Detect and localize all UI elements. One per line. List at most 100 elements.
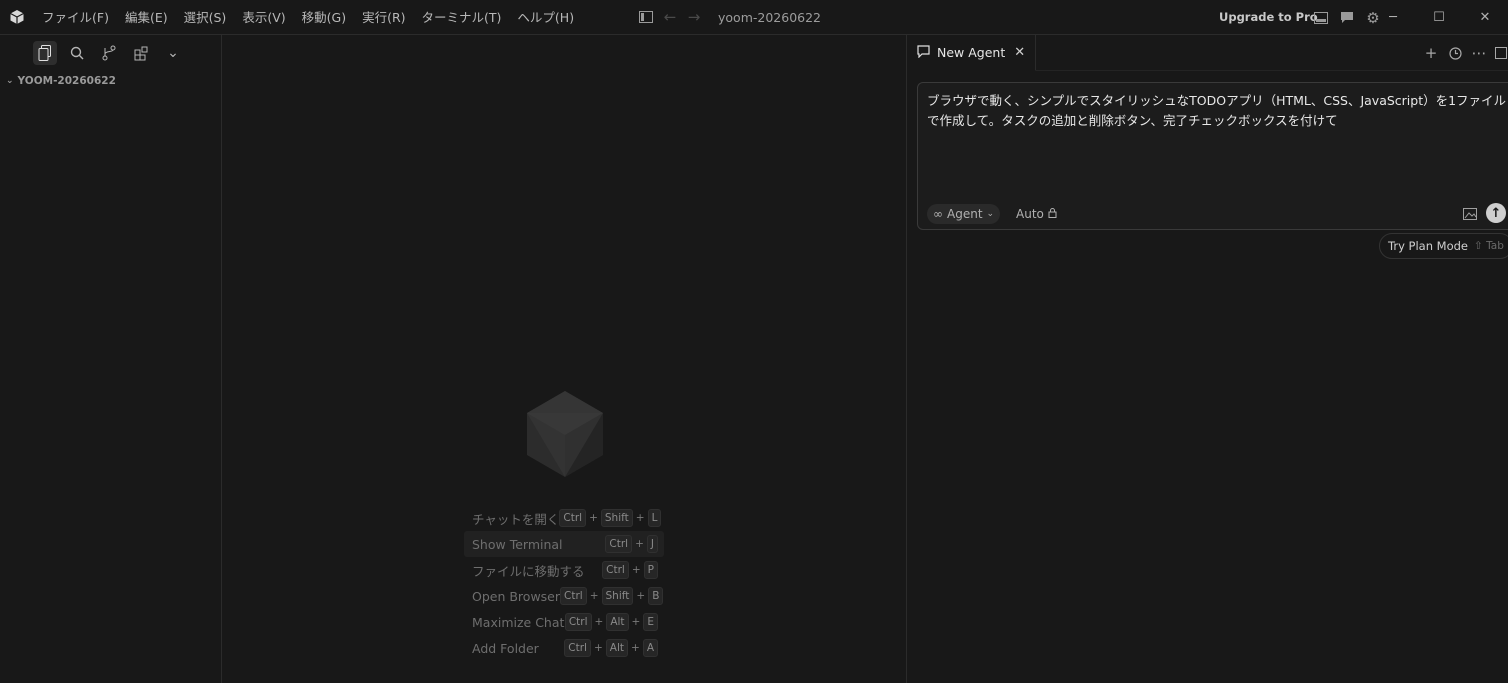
plus-separator: +	[631, 642, 640, 654]
cursor-logo-icon	[525, 389, 605, 483]
shortcut-keys: Ctrl + Alt + A	[564, 639, 658, 657]
folder-row[interactable]: ⌄ YOOM-20260622	[0, 71, 221, 91]
menu-item[interactable]: ターミナル(T)	[414, 0, 510, 35]
keycap: Shift	[601, 587, 634, 605]
maximize-button[interactable]: ☐	[1416, 0, 1462, 35]
keycap: E	[643, 613, 658, 631]
plus-separator: +	[593, 642, 603, 654]
keycap: Ctrl	[560, 587, 587, 605]
layout-panel-icon[interactable]	[1494, 41, 1508, 65]
shortcut-keys: Ctrl + Alt + E	[564, 613, 658, 631]
shortcut-row[interactable]: Maximize Chat Ctrl + Alt + E	[464, 609, 664, 635]
forward-arrow-icon[interactable]: →	[682, 5, 706, 29]
window-title: yoom-20260622	[718, 10, 822, 25]
send-button[interactable]: ↑	[1486, 203, 1506, 223]
shortcut-row[interactable]: Show Terminal Ctrl + J	[464, 531, 664, 557]
shortcut-label: チャットを開く	[472, 511, 560, 527]
menu-item[interactable]: 編集(E)	[117, 0, 176, 35]
model-label: Auto	[1016, 207, 1044, 221]
plus-separator: +	[631, 616, 641, 628]
keycap: J	[646, 535, 658, 553]
shortcut-row[interactable]: Add Folder Ctrl + Alt + A	[464, 635, 664, 661]
close-window-button[interactable]: ✕	[1462, 0, 1508, 35]
prompt-input[interactable]: ブラウザで動く、シンプルでスタイリッシュなTODOアプリ（HTML、CSS、Ja…	[927, 91, 1508, 131]
keycap: L	[647, 509, 662, 527]
chevron-down-icon: ⌄	[6, 76, 14, 86]
plus-separator: +	[589, 512, 598, 524]
menu-bar: ファイル(F) 編集(E) 選択(S) 表示(V) 移動(G) 実行(R) ターミナル(T)…	[34, 0, 582, 35]
chat-header: New Agent ✕ + ⋯	[907, 34, 1508, 71]
keycap: Ctrl	[564, 613, 592, 631]
new-chat-plus-icon[interactable]: +	[1422, 41, 1440, 65]
attach-image-icon[interactable]	[1461, 205, 1479, 223]
menu-item[interactable]: 表示(V)	[234, 0, 293, 35]
shortcut-label: Open Browser	[472, 588, 561, 604]
keycap: B	[648, 587, 664, 605]
shortcut-keys: Ctrl + Shift + L	[559, 509, 662, 527]
agent-chat-panel: New Agent ✕ + ⋯ ブラウザで動く、シンプルでスタイリッシュなTOD…	[907, 34, 1508, 683]
shortcut-label: Add Folder	[472, 640, 539, 656]
mode-selector[interactable]: ∞ Agent ⌄	[927, 204, 1001, 224]
chevron-down-icon[interactable]: ⌄	[161, 41, 185, 65]
chat-bubble-icon	[917, 43, 930, 62]
mode-label: Agent	[947, 207, 983, 221]
shortcut-label: Maximize Chat	[472, 614, 565, 630]
sidebar-toolbar: ⌄	[0, 35, 221, 71]
chat-icon[interactable]	[1335, 6, 1359, 30]
keycap: Ctrl	[564, 639, 591, 657]
infinity-icon: ∞	[933, 207, 943, 221]
more-options-icon[interactable]: ⋯	[1470, 41, 1488, 65]
editor-area: チャットを開く Ctrl + Shift + L Show Terminal Ctrl + J ファ…	[222, 35, 907, 683]
back-arrow-icon[interactable]: ←	[658, 5, 682, 29]
menu-item[interactable]: 移動(G)	[294, 0, 354, 35]
keycap: Alt	[606, 613, 629, 631]
menu-item[interactable]: 実行(R)	[354, 0, 413, 35]
shortcut-row[interactable]: Open Browser Ctrl + Shift + B	[464, 583, 664, 609]
plus-separator: +	[589, 590, 599, 602]
explorer-sidebar: ⌄ ⌄ YOOM-20260622	[0, 35, 222, 683]
keycap: P	[643, 561, 658, 579]
keycap: Shift	[600, 509, 633, 527]
keycap: A	[642, 639, 658, 657]
lock-icon	[1048, 207, 1057, 221]
upgrade-to-pro-link[interactable]: Upgrade to Pro	[1219, 0, 1318, 35]
shortcut-keys: Ctrl + P	[602, 561, 658, 579]
extensions-icon[interactable]	[129, 41, 153, 65]
try-plan-mode-button[interactable]: Try Plan Mode ⇧ Tab	[1379, 233, 1508, 259]
title-bar: ファイル(F) 編集(E) 選択(S) 表示(V) 移動(G) 実行(R) ターミナル(T)…	[0, 0, 1508, 35]
plus-separator: +	[594, 616, 604, 628]
keycap: Ctrl	[559, 509, 587, 527]
search-icon[interactable]	[65, 41, 89, 65]
shortcut-list: チャットを開く Ctrl + Shift + L Show Terminal Ctrl + J ファ…	[464, 505, 664, 661]
menu-item[interactable]: ヘルプ(H)	[509, 0, 582, 35]
toggle-sidebar-icon[interactable]	[634, 5, 658, 29]
minimize-button[interactable]: ─	[1370, 0, 1416, 35]
shortcut-label: ファイルに移動する	[472, 563, 585, 579]
plus-separator: +	[635, 538, 644, 550]
plan-mode-label: Try Plan Mode	[1388, 239, 1468, 253]
close-tab-icon[interactable]: ✕	[1014, 45, 1025, 60]
shortcut-keys: Ctrl + Shift + B	[560, 587, 664, 605]
keycap: Ctrl	[605, 535, 633, 553]
plus-separator: +	[636, 590, 646, 602]
shortcut-keys: Ctrl + J	[605, 535, 658, 553]
menu-item[interactable]: 選択(S)	[176, 0, 235, 35]
shortcut-row[interactable]: チャットを開く Ctrl + Shift + L	[464, 505, 664, 531]
menu-item[interactable]: ファイル(F)	[34, 0, 117, 35]
shortcut-label: Show Terminal	[472, 536, 563, 552]
shortcut-row[interactable]: ファイルに移動する Ctrl + P	[464, 557, 664, 583]
tab-new-agent[interactable]: New Agent ✕	[907, 34, 1037, 71]
chevron-down-icon: ⌄	[986, 209, 995, 219]
folder-name: YOOM-20260622	[17, 75, 116, 87]
chat-composer[interactable]: ブラウザで動く、シンプルでスタイリッシュなTODOアプリ（HTML、CSS、Ja…	[917, 82, 1508, 230]
keycap: Ctrl	[602, 561, 629, 579]
toggle-panel-icon[interactable]	[1309, 6, 1333, 30]
app-logo-icon[interactable]	[0, 0, 34, 35]
explorer-files-icon[interactable]	[33, 41, 57, 65]
chat-tab-label: New Agent	[937, 44, 1006, 60]
history-clock-icon[interactable]	[1446, 41, 1464, 65]
source-control-icon[interactable]	[97, 41, 121, 65]
plus-separator: +	[635, 512, 645, 524]
model-selector[interactable]: Auto	[1016, 204, 1057, 224]
plus-separator: +	[631, 564, 641, 576]
